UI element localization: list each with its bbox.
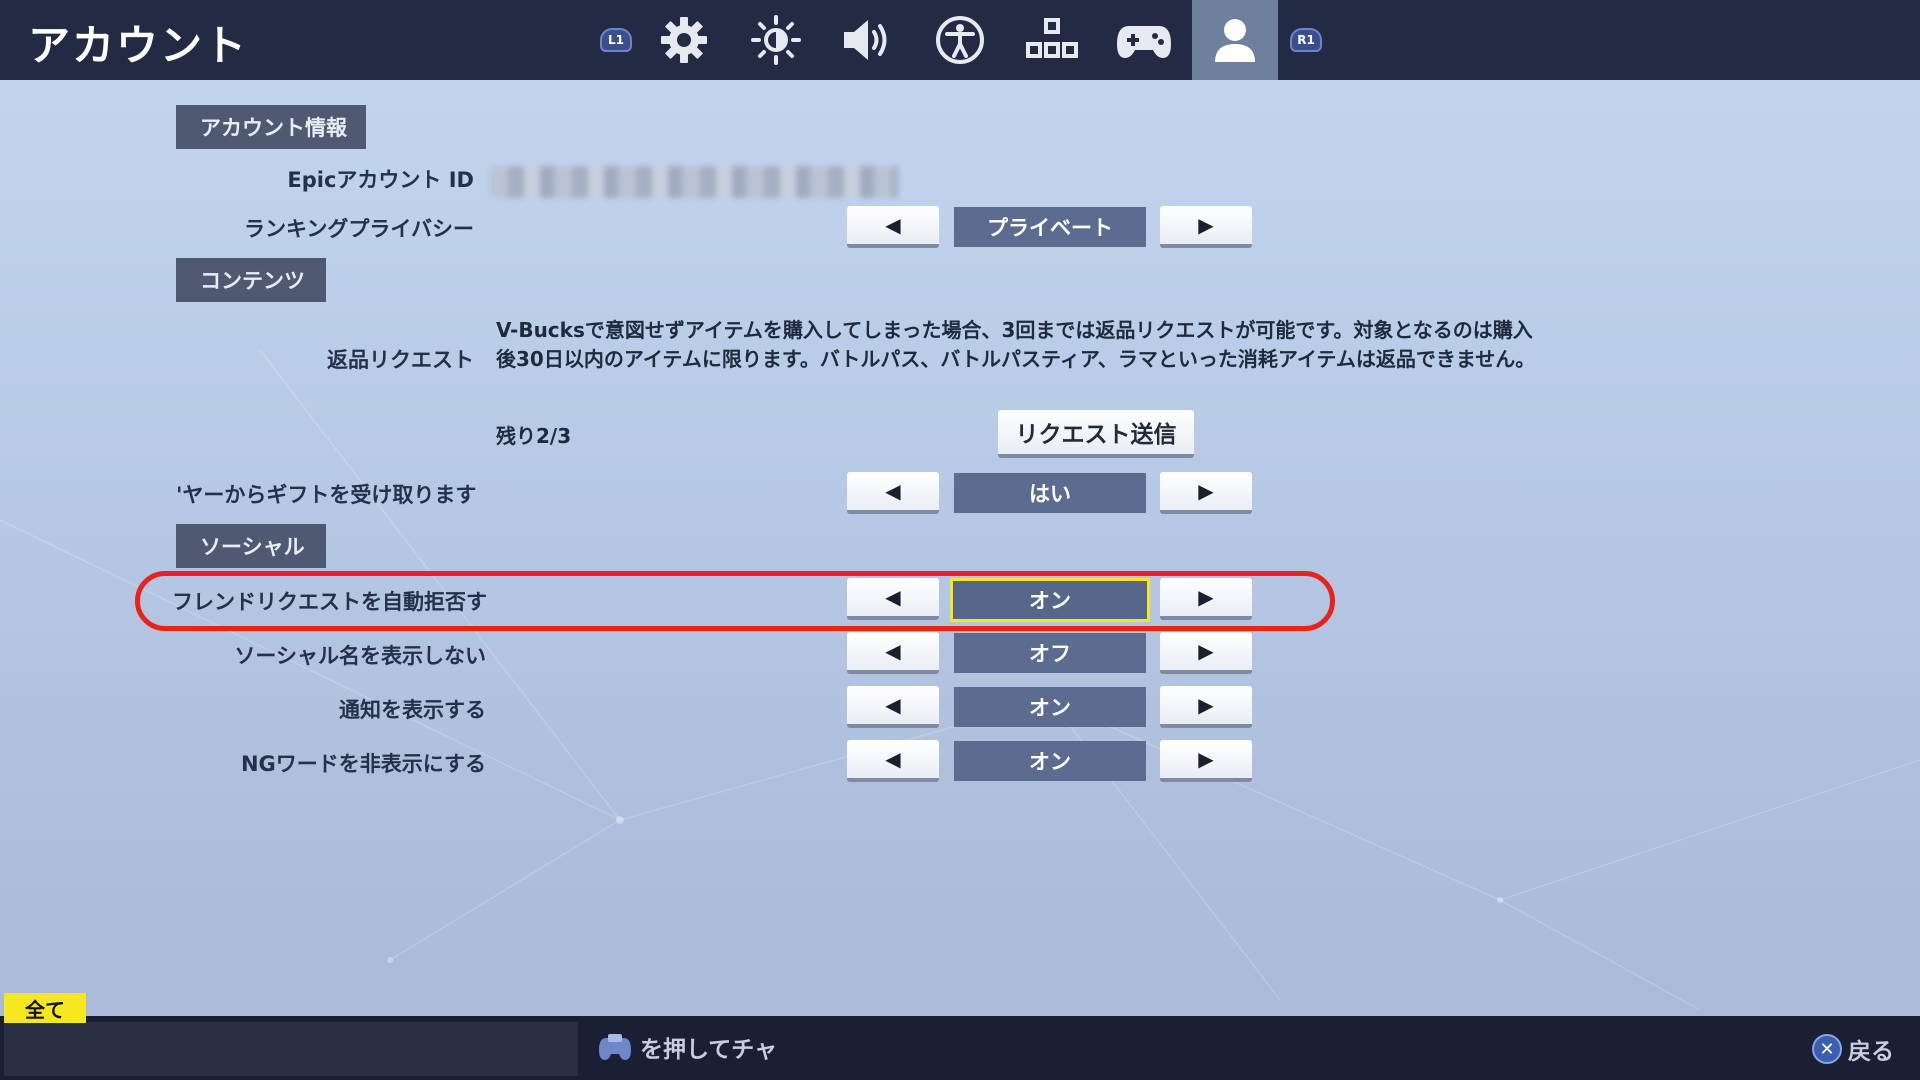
hide-ng-words-value: オン [954,741,1146,781]
r1-bumper-icon: R1 [1290,28,1322,52]
refund-description: V-Bucksで意図せずアイテムを購入してしまった場合、3回までは返品リクエスト… [496,318,1536,371]
hide-social-name-value: オフ [954,633,1146,673]
show-notifications-next-button[interactable]: ▶ [1160,686,1252,728]
back-label: 戻る [1848,1039,1894,1065]
section-social: ソーシャル [176,524,326,568]
chat-input[interactable] [4,1022,578,1076]
page-title: アカウント [28,21,249,70]
cross-button-icon: ✕ [1812,1034,1842,1064]
show-notifications-prev-button[interactable]: ◀ [847,686,939,728]
tab-prev-bumper[interactable]: L1 [596,0,636,80]
tab-game-settings[interactable] [652,0,716,80]
ranking-privacy-next-button[interactable]: ▶ [1160,206,1252,248]
gift-value: はい [954,473,1146,513]
refund-label: 返品リクエスト [327,348,474,372]
hide-ng-words-next-button[interactable]: ▶ [1160,740,1252,782]
accessibility-icon [936,16,984,64]
section-content: コンテンツ [176,258,326,302]
ranking-privacy-prev-button[interactable]: ◀ [847,206,939,248]
ranking-privacy-label: ランキングプライバシー [244,217,474,241]
gift-prev-button[interactable]: ◀ [847,472,939,514]
gift-next-button[interactable]: ▶ [1160,472,1252,514]
auto-decline-value[interactable]: オン [950,578,1150,622]
show-notifications-label: 通知を表示する [339,698,486,722]
tab-next-bumper[interactable]: R1 [1286,0,1326,80]
tab-audio[interactable] [836,0,900,80]
input-layout-icon [1026,18,1078,58]
epic-id-value-blurred [490,166,898,198]
section-account-info: アカウント情報 [176,105,366,149]
chat-hint: を押してチャ [598,1030,777,1064]
auto-decline-label: フレンドリクエストを自動拒否す [172,590,487,614]
refund-remaining: 残り2/3 [496,424,572,448]
tab-video[interactable] [744,0,808,80]
hide-ng-words-label: NGワードを非表示にする [240,752,486,776]
auto-decline-next-button[interactable]: ▶ [1160,578,1252,620]
back-button[interactable]: ✕ 戻る [1812,1032,1894,1066]
hide-social-name-label: ソーシャル名を表示しない [234,644,486,668]
epic-id-label: Epicアカウント ID [287,168,474,192]
controller-chat-icon [599,1034,631,1060]
tab-controller[interactable] [1112,0,1176,80]
gear-icon [661,17,707,63]
hide-social-name-next-button[interactable]: ▶ [1160,632,1252,674]
hide-social-name-prev-button[interactable]: ◀ [847,632,939,674]
tab-account[interactable] [1192,0,1278,80]
speaker-icon [844,20,887,60]
show-notifications-value: オン [954,687,1146,727]
top-bar: アカウント L1 R1 [0,0,1920,80]
l1-bumper-icon: L1 [600,28,632,52]
gamepad-icon [1117,26,1171,58]
chat-hint-text: を押してチャ [640,1037,778,1063]
tab-input[interactable] [1020,0,1084,80]
auto-decline-prev-button[interactable]: ◀ [847,578,939,620]
ranking-privacy-value: プライベート [954,207,1146,247]
person-icon [1215,19,1255,62]
tab-accessibility[interactable] [928,0,992,80]
chat-channel-all-tab[interactable]: 全て [4,993,86,1023]
send-request-button[interactable]: リクエスト送信 [998,410,1194,458]
hide-ng-words-prev-button[interactable]: ◀ [847,740,939,782]
brightness-icon [751,15,801,65]
gift-label: 'ヤーからギフトを受け取ります [176,483,477,507]
